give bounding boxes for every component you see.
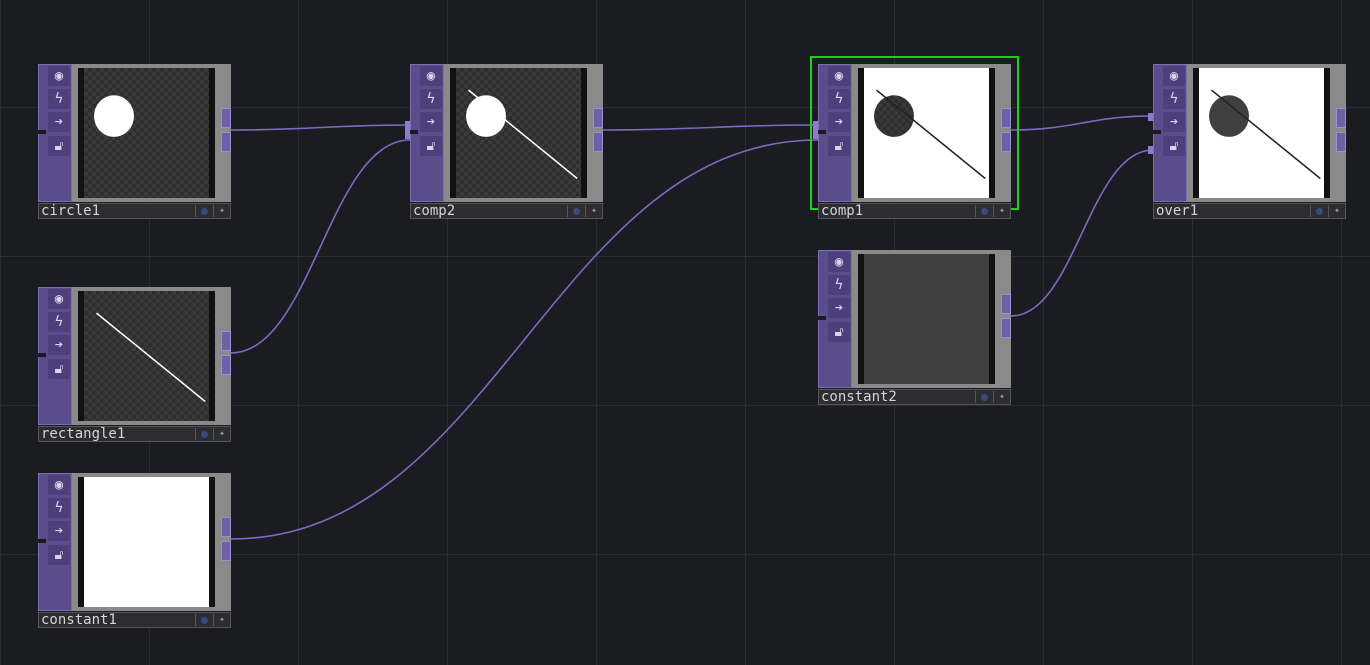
output-connector[interactable]: [221, 355, 231, 375]
lock-icon[interactable]: 🔓︎: [48, 545, 70, 565]
render-flag-icon[interactable]: ➔: [1163, 112, 1185, 132]
display-flag-icon[interactable]: ✦: [213, 205, 230, 217]
node-name: comp1: [821, 203, 864, 219]
output-connector[interactable]: [1001, 108, 1011, 128]
node-label[interactable]: constant2 ✦: [818, 389, 1011, 405]
viewer-toggle-icon[interactable]: ◉: [828, 252, 850, 272]
node-viewer: [444, 64, 593, 202]
viewer-toggle-icon[interactable]: ◉: [48, 66, 70, 86]
node-viewer: [72, 473, 221, 611]
display-flag-icon[interactable]: ✦: [585, 205, 602, 217]
render-flag-icon[interactable]: ➔: [48, 335, 70, 355]
viewer-flag-icon[interactable]: [567, 205, 584, 217]
display-flag-icon[interactable]: ✦: [213, 428, 230, 440]
display-flag-icon[interactable]: ✦: [1328, 205, 1345, 217]
render-flag-icon[interactable]: ➔: [48, 521, 70, 541]
viewer-toggle-icon[interactable]: ◉: [828, 66, 850, 86]
bypass-icon[interactable]: ϟ: [48, 312, 70, 332]
output-connector[interactable]: [593, 108, 603, 128]
output-connector[interactable]: [1001, 318, 1011, 338]
bypass-icon[interactable]: ϟ: [828, 275, 850, 295]
wire-comp2-to-comp1[interactable]: [602, 124, 819, 131]
lock-icon[interactable]: 🔓︎: [1163, 136, 1185, 156]
node-label[interactable]: over1 ✦: [1153, 203, 1346, 219]
node-viewer: [72, 287, 221, 425]
bypass-icon[interactable]: ϟ: [420, 89, 442, 109]
bypass-icon[interactable]: ϟ: [48, 89, 70, 109]
lock-icon[interactable]: 🔓︎: [420, 136, 442, 156]
render-flag-icon[interactable]: ➔: [828, 298, 850, 318]
node-name: constant2: [821, 389, 897, 405]
node-name: comp2: [413, 203, 456, 219]
output-connector[interactable]: [1001, 294, 1011, 314]
output-connector[interactable]: [1336, 108, 1346, 128]
output-connector[interactable]: [221, 132, 231, 152]
viewer-toggle-icon[interactable]: ◉: [48, 289, 70, 309]
viewer-toggle-icon[interactable]: ◉: [420, 66, 442, 86]
display-flag-icon[interactable]: ✦: [993, 391, 1010, 403]
output-connector[interactable]: [1336, 132, 1346, 152]
render-flag-icon[interactable]: ➔: [420, 112, 442, 132]
node-label[interactable]: rectangle1 ✦: [38, 426, 231, 442]
node-viewer: [852, 250, 1001, 388]
bypass-icon[interactable]: ϟ: [1163, 89, 1185, 109]
output-connector[interactable]: [593, 132, 603, 152]
node-label[interactable]: comp2 ✦: [410, 203, 603, 219]
node-name: over1: [1156, 203, 1199, 219]
node-viewer: [1187, 64, 1336, 202]
node-name: circle1: [41, 203, 101, 219]
output-connector[interactable]: [221, 331, 231, 351]
display-flag-icon[interactable]: ✦: [993, 205, 1010, 217]
node-viewer: [852, 64, 1001, 202]
lock-icon[interactable]: 🔓︎: [48, 359, 70, 379]
wire-comp1-to-over1[interactable]: [1010, 115, 1154, 131]
viewer-flag-icon[interactable]: [195, 614, 212, 626]
node-label[interactable]: circle1 ✦: [38, 203, 231, 219]
lock-icon[interactable]: 🔓︎: [48, 136, 70, 156]
lock-icon[interactable]: 🔓︎: [828, 136, 850, 156]
render-flag-icon[interactable]: ➔: [828, 112, 850, 132]
render-flag-icon[interactable]: ➔: [48, 112, 70, 132]
node-viewer: [72, 64, 221, 202]
wire-constant2-to-over1[interactable]: [1010, 149, 1154, 317]
viewer-flag-icon[interactable]: [975, 391, 992, 403]
lock-icon[interactable]: 🔓︎: [828, 322, 850, 342]
viewer-toggle-icon[interactable]: ◉: [1163, 66, 1185, 86]
output-connector[interactable]: [221, 541, 231, 561]
node-label[interactable]: comp1 ✦: [818, 203, 1011, 219]
node-label[interactable]: constant1 ✦: [38, 612, 231, 628]
display-flag-icon[interactable]: ✦: [213, 614, 230, 626]
wire-rectangle1-to-comp2[interactable]: [230, 139, 411, 354]
output-connector[interactable]: [221, 108, 231, 128]
viewer-flag-icon[interactable]: [195, 428, 212, 440]
viewer-flag-icon[interactable]: [1310, 205, 1327, 217]
viewer-toggle-icon[interactable]: ◉: [48, 475, 70, 495]
node-name: rectangle1: [41, 426, 126, 442]
viewer-flag-icon[interactable]: [195, 205, 212, 217]
bypass-icon[interactable]: ϟ: [48, 498, 70, 518]
output-connector[interactable]: [1001, 132, 1011, 152]
wire-circle1-to-comp2[interactable]: [230, 124, 411, 131]
viewer-flag-icon[interactable]: [975, 205, 992, 217]
node-name: constant1: [41, 612, 117, 628]
bypass-icon[interactable]: ϟ: [828, 89, 850, 109]
output-connector[interactable]: [221, 517, 231, 537]
